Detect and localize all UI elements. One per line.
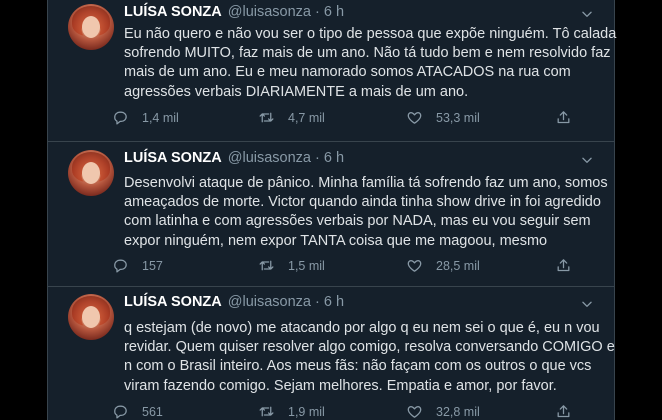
- reply-icon: [114, 259, 127, 273]
- author-name[interactable]: LUÍSA SONZA: [124, 294, 222, 310]
- author-handle-time[interactable]: @luisasonza · 6 h: [228, 4, 344, 20]
- retweet-icon: [259, 260, 274, 271]
- retweet-button[interactable]: 4,7 mil: [258, 109, 325, 126]
- tweet-line: revidar. Quem quiser resolver algo comig…: [124, 339, 615, 356]
- tweet-line: viram fazendo comigo. Sejam melhores. Em…: [124, 377, 557, 394]
- share-icon: [557, 111, 570, 124]
- reply-count: 561: [142, 404, 163, 419]
- retweet-button[interactable]: 1,9 mil: [258, 403, 325, 420]
- reply-button[interactable]: 157: [112, 257, 163, 274]
- tweet-line: n com o Brasil inteiro. Aos meus fãs: nã…: [124, 358, 592, 375]
- reply-count: 1,4 mil: [142, 110, 179, 125]
- tweet-line: ameaçados de morte. Victor quando ainda …: [124, 194, 601, 211]
- author-handle-time[interactable]: @luisasonza · 6 h: [228, 294, 344, 310]
- retweet-count: 1,5 mil: [288, 258, 325, 273]
- like-count: 32,8 mil: [436, 404, 480, 419]
- like-count: 28,5 mil: [436, 258, 480, 273]
- tweet-line: com latinha e com agressões verbais por …: [124, 213, 591, 230]
- tweet-actions: 561 1,9 mil 32,8 mil: [112, 403, 570, 420]
- tweet[interactable]: LUÍSA SONZA @luisasonza · 6 h q estejam …: [48, 288, 615, 420]
- retweet-count: 4,7 mil: [288, 110, 325, 125]
- like-count: 53,3 mil: [436, 110, 480, 125]
- chevron-down-icon[interactable]: [580, 153, 594, 167]
- like-button[interactable]: 28,5 mil: [406, 257, 480, 274]
- tweet-line: Desenvolvi ataque de pânico. Minha famíl…: [124, 175, 608, 191]
- tweet-line: sofrendo MUITO, faz mais de um ano. Não …: [124, 45, 611, 62]
- like-icon: [407, 260, 422, 272]
- tweet[interactable]: LUÍSA SONZA @luisasonza · 6 h Eu não que…: [48, 0, 617, 142]
- share-button[interactable]: [555, 403, 572, 420]
- avatar[interactable]: [68, 150, 114, 196]
- screen: LUÍSA SONZA @luisasonza · 6 h Eu não que…: [0, 0, 662, 420]
- chevron-down-icon[interactable]: [580, 297, 594, 311]
- author-name[interactable]: LUÍSA SONZA: [124, 150, 222, 166]
- retweet-button[interactable]: 1,5 mil: [258, 257, 325, 274]
- tweet-line: agressões verbais DIARIAMENTE a mais de …: [124, 83, 469, 100]
- retweet-count: 1,9 mil: [288, 404, 325, 419]
- tweet-text: Eu não quero e não vou ser o tipo de pes…: [124, 25, 617, 102]
- tweet-line: mais de um ano. Eu e meu namorado somos …: [124, 64, 571, 81]
- tweet-line: Eu não quero e não vou ser o tipo de pes…: [124, 26, 617, 42]
- chevron-down-icon[interactable]: [580, 7, 594, 21]
- reply-icon: [114, 405, 127, 419]
- tweet-actions: 1,4 mil 4,7 mil 53,3 mil: [112, 109, 570, 127]
- author-name[interactable]: LUÍSA SONZA: [124, 4, 222, 20]
- tweet-text: Desenvolvi ataque de pânico. Minha famíl…: [124, 174, 608, 251]
- timeline: LUÍSA SONZA @luisasonza · 6 h Eu não que…: [47, 0, 617, 420]
- like-button[interactable]: 53,3 mil: [406, 109, 480, 126]
- tweet-actions: 157 1,5 mil 28,5 mil: [112, 257, 570, 275]
- share-icon: [557, 259, 570, 272]
- reply-button[interactable]: 561: [112, 403, 163, 420]
- share-icon: [557, 405, 570, 418]
- avatar[interactable]: [68, 294, 114, 340]
- tweet-line: expor ninguém, nem expor TANTA coisa que…: [124, 232, 548, 249]
- share-button[interactable]: [555, 109, 572, 131]
- reply-count: 157: [142, 258, 163, 273]
- reply-icon: [114, 111, 127, 125]
- avatar[interactable]: [68, 4, 114, 50]
- author-handle-time[interactable]: @luisasonza · 6 h: [228, 150, 344, 166]
- tweet-text: q estejam (de novo) me atacando por algo…: [124, 319, 615, 396]
- like-icon: [407, 406, 422, 418]
- like-icon: [407, 112, 422, 124]
- reply-button[interactable]: 1,4 mil: [112, 109, 179, 126]
- retweet-icon: [259, 406, 274, 417]
- tweet[interactable]: LUÍSA SONZA @luisasonza · 6 h Desenvolvi…: [48, 143, 614, 287]
- like-button[interactable]: 32,8 mil: [406, 403, 480, 420]
- retweet-icon: [259, 112, 274, 123]
- tweet-line: q estejam (de novo) me atacando por algo…: [124, 320, 600, 336]
- share-button[interactable]: [555, 257, 572, 279]
